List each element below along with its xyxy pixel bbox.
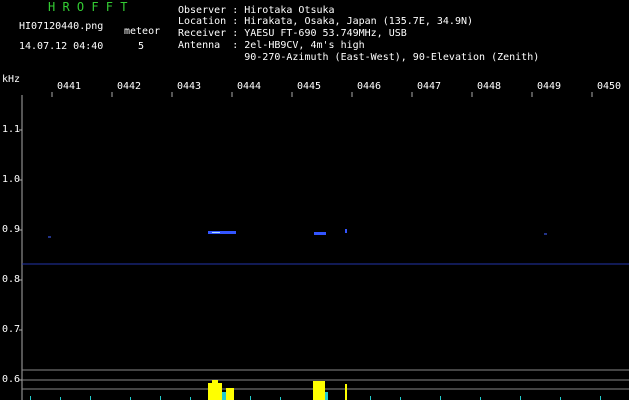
- signal-amplitude: [208, 380, 347, 400]
- echo-4: [48, 236, 51, 238]
- x-tick-label: 0449: [537, 81, 562, 92]
- timestamp: 14.07.12 04:40: [19, 41, 104, 52]
- y-tick-label: 0.9: [2, 224, 21, 235]
- meteor-count: 5: [138, 41, 145, 52]
- x-tick-label: 0442: [117, 81, 142, 92]
- y-tick-label: 1.1: [2, 124, 21, 135]
- image-filename: HI07120440.png: [19, 21, 104, 32]
- y-tick-label: 1.0: [2, 174, 21, 185]
- station-row-receiver: Receiver : YAESU FT-690 53.749MHz, USB: [178, 28, 407, 39]
- x-tick-label: 0445: [297, 81, 322, 92]
- meteor-echoes: [48, 229, 547, 238]
- y-tick-label: 0.8: [2, 274, 21, 285]
- station-row-antenna-pattern: 90-270-Azimuth (East-West), 90-Elevation…: [244, 52, 540, 63]
- echo-3: [345, 229, 347, 233]
- y-unit-label: kHz: [2, 74, 21, 85]
- meteor-label: meteor: [124, 26, 161, 37]
- x-tick-label: 0446: [357, 81, 382, 92]
- echo-5: [544, 233, 547, 235]
- x-tick-label: 0441: [57, 81, 82, 92]
- x-tick-label: 0447: [417, 81, 442, 92]
- y-tick-label: 0.7: [2, 324, 21, 335]
- station-row-antenna: Antenna : 2el-HB9CV, 4m's high: [178, 40, 365, 51]
- y-tick-label: 0.6: [2, 374, 21, 385]
- x-tick-label: 0450: [597, 81, 622, 92]
- echo-2: [314, 232, 326, 235]
- station-row-observer: Observer : Hirotaka Otsuka: [178, 5, 335, 16]
- x-tick-label: 0448: [477, 81, 502, 92]
- app-title: H R O F F T: [48, 0, 128, 14]
- station-row-location: Location : Hirakata, Osaka, Japan (135.7…: [178, 16, 474, 27]
- x-tick-marks: [51, 92, 593, 97]
- x-tick-label: 0443: [177, 81, 202, 92]
- x-tick-label: 0444: [237, 81, 262, 92]
